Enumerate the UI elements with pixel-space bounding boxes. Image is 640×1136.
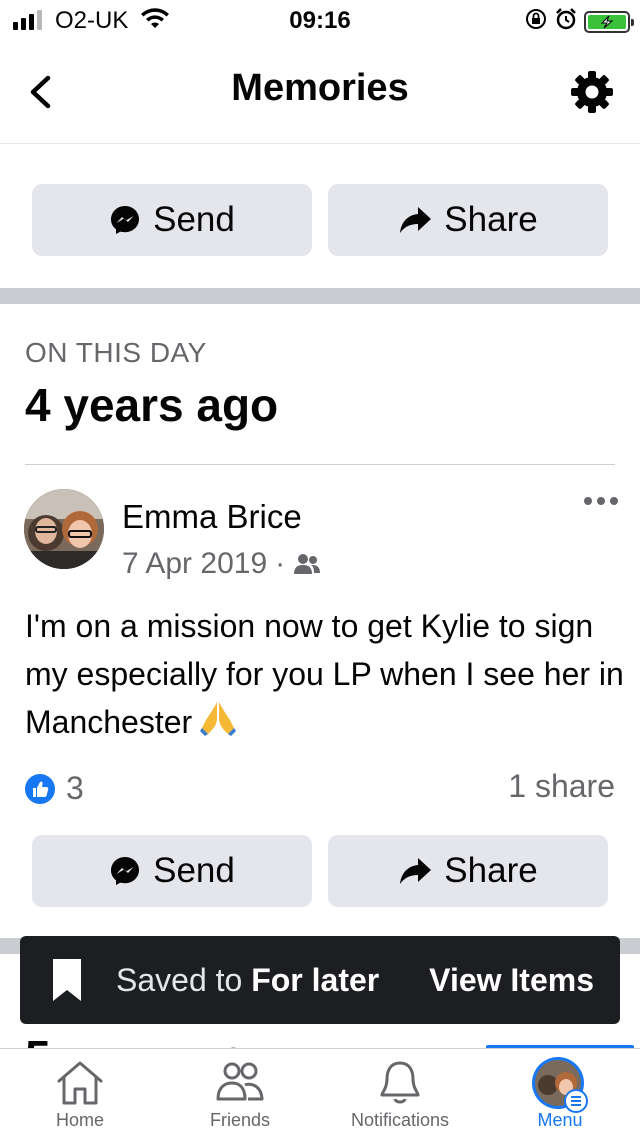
share-label: Share: [444, 200, 538, 239]
share-label: Share: [444, 851, 538, 890]
send-label: Send: [153, 200, 235, 239]
top-app-bar: Memories: [0, 40, 640, 144]
share-arrow-icon: [400, 858, 432, 884]
saved-toast: Saved to For later View Items: [20, 936, 620, 1024]
next-memory-title: 5 years ago: [25, 1024, 425, 1048]
memory-send-button[interactable]: Send: [32, 835, 312, 907]
more-options-button[interactable]: [584, 497, 618, 505]
settings-button[interactable]: [568, 68, 616, 116]
menu-avatar-icon: [532, 1057, 588, 1113]
tab-home[interactable]: Home: [0, 1049, 160, 1136]
friends-icon: [216, 1062, 264, 1101]
author-avatar[interactable]: [24, 489, 104, 569]
page-title: Memories: [231, 67, 409, 109]
messenger-icon: [111, 857, 140, 885]
post-date[interactable]: 7 Apr 2019: [122, 547, 267, 581]
toast-message: Saved to For later: [116, 961, 380, 998]
share-arrow-icon: [400, 207, 432, 233]
send-button[interactable]: Send: [32, 184, 312, 256]
like-count: 3: [66, 770, 84, 806]
more-dots-icon: [584, 497, 592, 505]
meta-separator: ·: [275, 547, 286, 580]
post-meta: 7 Apr 2019 ·: [122, 547, 321, 581]
status-bar: O2-UK 09:16: [0, 0, 640, 40]
memory-title: 4 years ago: [25, 379, 279, 431]
post-author[interactable]: Emma Brice: [122, 498, 302, 536]
tab-friends-label: Friends: [209, 1110, 271, 1130]
tab-friends[interactable]: Friends: [160, 1049, 320, 1136]
post-body: I'm on a mission now to get Kylie to sig…: [25, 602, 625, 751]
bell-icon: [380, 1061, 420, 1104]
tab-menu[interactable]: Menu: [480, 1049, 640, 1136]
tab-home-label: Home: [55, 1110, 104, 1130]
post-text: I'm on a mission now to get Kylie to sig…: [25, 608, 624, 740]
bottom-tab-bar: Home Friends Notifications Menu: [0, 1048, 640, 1136]
home-icon: [57, 1061, 103, 1105]
tab-menu-label: Menu: [537, 1110, 583, 1130]
orientation-lock-icon: [524, 7, 548, 36]
memory-eyebrow: ON THIS DAY: [25, 337, 207, 368]
share-button[interactable]: Share: [328, 184, 608, 256]
tab-notifications-label: Notifications: [350, 1110, 450, 1130]
messenger-icon: [111, 206, 140, 234]
share-count[interactable]: 1 share: [508, 768, 615, 805]
reactions-summary[interactable]: 3: [24, 770, 84, 807]
alarm-icon: [554, 7, 578, 36]
toast-collection-link[interactable]: For later: [251, 962, 379, 998]
tab-notifications[interactable]: Notifications: [320, 1049, 480, 1136]
section-divider: [0, 288, 640, 304]
battery-icon: [584, 10, 634, 33]
bookmark-icon: [53, 959, 81, 1001]
send-label: Send: [153, 851, 235, 890]
gear-icon: [571, 71, 613, 113]
like-icon: [25, 773, 55, 804]
memory-share-button[interactable]: Share: [328, 835, 608, 907]
friends-audience-icon: [294, 554, 321, 574]
view-items-button[interactable]: View Items: [429, 962, 594, 999]
folded-hands-icon: [198, 698, 238, 751]
separator: [25, 464, 615, 465]
